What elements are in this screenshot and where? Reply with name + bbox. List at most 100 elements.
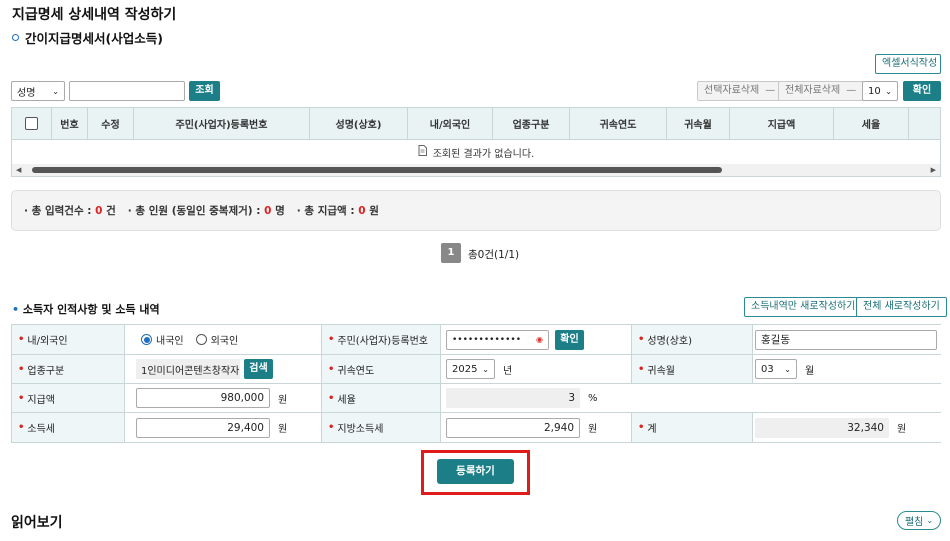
month-unit: 월 bbox=[805, 365, 815, 377]
rrn-cell: ••••••••••••• ◉ 확인 bbox=[446, 325, 584, 354]
col-header[interactable]: 수정 bbox=[88, 108, 134, 139]
local-tax-input[interactable]: 2,940 bbox=[446, 417, 580, 438]
col-header[interactable]: 지급액 bbox=[730, 108, 834, 139]
nationality-label: • 내/외국인 bbox=[11, 325, 125, 354]
clear-icon[interactable]: ◉ bbox=[536, 335, 543, 344]
page-size-select[interactable]: 10 ⌄ bbox=[862, 81, 898, 101]
register-button[interactable]: 등록하기 bbox=[437, 459, 514, 484]
rewrite-all-button[interactable]: 전체 새로작성하기 bbox=[856, 297, 947, 317]
foreign-radio[interactable]: 외국인 bbox=[195, 332, 238, 347]
col-header[interactable]: 주민(사업자)등록번호 bbox=[134, 108, 310, 139]
summary-amount: · 총 지급액 : 0 원 bbox=[296, 205, 379, 217]
income-tax-cell: 29,400 원 bbox=[136, 413, 287, 442]
summary-entries: · 총 입력건수 : 0 건 bbox=[24, 205, 116, 217]
col-header[interactable]: 업종구분 bbox=[493, 108, 570, 139]
local-tax-cell: 2,940 원 bbox=[446, 413, 597, 442]
income-form: • 내/외국인 내국인 외국인 • 주민(사업자)등록번호 ••••••••••••… bbox=[11, 324, 941, 443]
industry-cell: 1인미디어콘텐츠창작자 검색 bbox=[136, 355, 273, 383]
delete-selected-button[interactable]: 선택자료삭제 — bbox=[697, 81, 783, 101]
circle-bullet-icon bbox=[12, 34, 19, 41]
income-section-title: • 소득자 인적사항 및 소득 내역 bbox=[12, 303, 160, 316]
search-input[interactable] bbox=[69, 81, 185, 101]
chevron-down-icon: ⌄ bbox=[926, 516, 934, 525]
industry-search-button[interactable]: 검색 bbox=[244, 359, 273, 379]
rrn-confirm-button[interactable]: 확인 bbox=[555, 329, 584, 350]
minus-icon: — bbox=[765, 85, 776, 96]
tax-rate-input: 3 bbox=[446, 388, 580, 408]
payment-cell: 980,000 원 bbox=[136, 384, 287, 412]
chevron-down-icon: ⌄ bbox=[482, 364, 489, 374]
scroll-right-icon[interactable]: ▶ bbox=[931, 166, 936, 174]
name-input[interactable]: 홍길동 bbox=[755, 329, 937, 350]
rewrite-income-button[interactable]: 소득내역만 새로작성하기 bbox=[744, 297, 863, 317]
page-size-confirm-button[interactable]: 확인 bbox=[903, 81, 941, 101]
col-header[interactable]: 내/외국인 bbox=[408, 108, 493, 139]
domestic-radio[interactable]: 내국인 bbox=[141, 332, 184, 347]
grid-empty-row: 조회된 결과가 없습니다. bbox=[12, 140, 940, 164]
search-button[interactable]: 조회 bbox=[189, 81, 220, 101]
result-grid: 번호 수정 주민(사업자)등록번호 성명(상호) 내/외국인 업종구분 귀속연도… bbox=[11, 107, 941, 177]
select-all-checkbox[interactable] bbox=[25, 117, 38, 130]
month-select[interactable]: 03 ⌄ bbox=[755, 359, 797, 379]
delete-all-label: 전체자료삭제 bbox=[785, 85, 841, 96]
payment-label: • 지급액 bbox=[11, 384, 125, 412]
total-unit: 원 bbox=[897, 424, 907, 435]
form-row: • 지급액 980,000 원 • 세율 3 % bbox=[11, 384, 941, 413]
grid-header: 번호 수정 주민(사업자)등록번호 성명(상호) 내/외국인 업종구분 귀속연도… bbox=[12, 108, 940, 140]
name-label: • 성명(상호) bbox=[631, 325, 753, 354]
document-icon bbox=[418, 145, 427, 159]
form-row: • 업종구분 1인미디어콘텐츠창작자 검색 • 귀속연도 2025 ⌄ 년 • 귀속월 … bbox=[11, 355, 941, 384]
form-row: • 내/외국인 내국인 외국인 • 주민(사업자)등록번호 ••••••••••••… bbox=[11, 325, 941, 355]
income-tax-label: • 소득세 bbox=[11, 413, 125, 442]
col-header[interactable]: 세율 bbox=[834, 108, 909, 139]
section-title-label: 간이지급명세서(사업소득) bbox=[25, 31, 163, 46]
total-input: 32,340 bbox=[755, 417, 889, 438]
year-cell: 2025 ⌄ 년 bbox=[446, 355, 512, 383]
summary-people: · 총 인원 (동일인 중복제거) : 0 명 bbox=[127, 205, 285, 217]
page-title: 지급명세 상세내역 작성하기 bbox=[12, 7, 177, 23]
empty-message: 조회된 결과가 없습니다. bbox=[432, 148, 535, 160]
col-header[interactable]: 성명(상호) bbox=[310, 108, 408, 139]
scroll-left-icon[interactable]: ◀ bbox=[16, 166, 21, 174]
col-header[interactable]: 번호 bbox=[52, 108, 88, 139]
search-field-value: 성명 bbox=[17, 87, 36, 99]
summary-box: · 총 입력건수 : 0 건 · 총 인원 (동일인 중복제거) : 0 명 ·… bbox=[11, 190, 941, 231]
year-select[interactable]: 2025 ⌄ bbox=[446, 359, 495, 379]
page-number-button[interactable]: 1 bbox=[441, 243, 461, 263]
chevron-down-icon: ⌄ bbox=[885, 86, 892, 96]
payment-input[interactable]: 980,000 bbox=[136, 388, 270, 408]
month-label: • 귀속월 bbox=[631, 355, 753, 383]
delete-selected-label: 선택자료삭제 bbox=[704, 85, 760, 96]
local-tax-unit: 원 bbox=[588, 424, 598, 435]
income-tax-input[interactable]: 29,400 bbox=[136, 417, 270, 438]
radio-unchecked-icon bbox=[195, 334, 207, 345]
horizontal-scrollbar[interactable]: ◀ ▶ bbox=[12, 164, 940, 176]
tax-rate-cell: 3 % bbox=[446, 384, 598, 412]
col-header[interactable]: 귀속월 bbox=[667, 108, 730, 139]
local-tax-label: • 지방소득세 bbox=[321, 413, 441, 442]
industry-input[interactable]: 1인미디어콘텐츠창작자 bbox=[136, 359, 240, 379]
rrn-input[interactable]: ••••••••••••• ◉ bbox=[446, 329, 549, 350]
rrn-label: • 주민(사업자)등록번호 bbox=[321, 325, 441, 354]
page-total: 총0건(1/1) bbox=[468, 249, 520, 261]
chevron-down-icon: ⌄ bbox=[784, 364, 791, 374]
excel-form-button[interactable]: 엑셀서식작성 bbox=[875, 54, 941, 74]
expand-button[interactable]: 펼침 ⌄ bbox=[897, 511, 941, 530]
search-field-select[interactable]: 성명 ⌄ bbox=[11, 81, 65, 101]
radio-checked-icon bbox=[141, 334, 152, 345]
scroll-thumb[interactable] bbox=[32, 167, 722, 173]
tax-rate-unit: % bbox=[588, 392, 598, 404]
col-header[interactable]: 귀속연도 bbox=[570, 108, 667, 139]
tax-rate-label: • 세율 bbox=[321, 384, 441, 412]
total-cell: 32,340 원 bbox=[755, 413, 906, 442]
year-label: • 귀속연도 bbox=[321, 355, 441, 383]
expand-label: 펼침 bbox=[904, 517, 924, 528]
delete-all-button[interactable]: 전체자료삭제 — bbox=[778, 81, 864, 101]
chevron-down-icon: ⌄ bbox=[52, 86, 59, 96]
read-title: 읽어보기 bbox=[11, 515, 63, 531]
page-size-value: 10 bbox=[868, 85, 881, 97]
month-cell: 03 ⌄ 월 bbox=[755, 355, 814, 383]
industry-label: • 업종구분 bbox=[11, 355, 125, 383]
name-cell: 홍길동 bbox=[755, 325, 937, 354]
payment-unit: 원 bbox=[278, 394, 288, 406]
